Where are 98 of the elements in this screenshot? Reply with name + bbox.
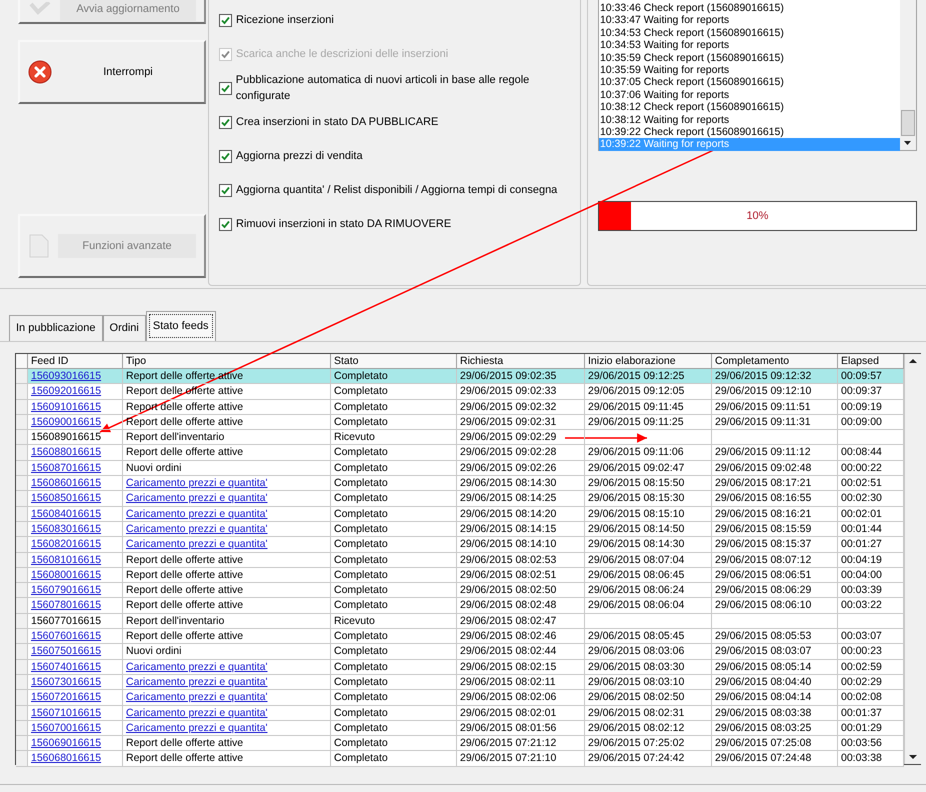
tab[interactable]: Ordini: [102, 315, 146, 341]
tick-icon: [221, 118, 230, 126]
table-row[interactable]: 156078016615 Report delle offerte attive Completato 29/06/2015 08:02:48 29/06/2015 08:06:04 29/06/2015 08:06:10 00:03:22: [16, 598, 904, 614]
option-checkbox[interactable]: Pubblicazione automatica di nuovi articoli in base alle regole configurate: [219, 71, 580, 105]
log-entry[interactable]: 10:39:22 Check report (156089016615): [598, 126, 900, 138]
log-entry[interactable]: 10:38:12 Waiting for reports: [598, 114, 900, 126]
row-header-cell: [16, 552, 28, 568]
row-header-cell: [16, 491, 28, 507]
log-entry[interactable]: 10:35:59 Check report (156089016615): [598, 52, 900, 64]
log-entry[interactable]: 10:37:05 Check report (156089016615): [598, 76, 900, 89]
table-cell: Completato: [331, 751, 457, 767]
table-row[interactable]: 156086016615 Caricamento prezzi e quantita' Completato 29/06/2015 08:14:30 29/06/2015 08:15:50 29/06/2015 08:17:21 00:02:51: [16, 476, 904, 492]
row-header-cell: [16, 537, 28, 553]
row-header-cell: [16, 660, 28, 675]
tick-icon: [221, 220, 230, 228]
tick-icon: [221, 186, 230, 194]
checkbox[interactable]: [219, 14, 232, 26]
table-row[interactable]: 156074016615 Caricamento prezzi e quantita' Completato 29/06/2015 08:02:15 29/06/2015 08:03:30 29/06/2015 08:05:14 00:02:59: [16, 660, 904, 675]
stop-icon: [28, 60, 52, 84]
option-checkbox[interactable]: Aggiorna quantita' / Relist disponibili / Aggiorna tempi di consegna: [219, 173, 580, 207]
row-header-cell: [16, 476, 28, 492]
row-header-cell: [16, 568, 28, 584]
table-row[interactable]: 156090016615 Report delle offerte attive Completato 29/06/2015 09:02:31 29/06/2015 09:11:25 29/06/2015 09:11:31 00:09:00: [16, 414, 904, 430]
table-row[interactable]: 156075016615 Nuovi ordini Completato 29/06/2015 08:02:44 29/06/2015 08:03:06 29/06/2015 08:03:07 00:00:23: [16, 644, 904, 660]
table-row[interactable]: 156080016615 Report delle offerte attive Completato 29/06/2015 08:02:51 29/06/2015 08:06:45 29/06/2015 08:06:51 00:04:00: [16, 568, 904, 584]
option-checkbox[interactable]: Ricezione inserzioni: [219, 3, 580, 37]
row-header-cell: [16, 400, 28, 415]
table-row[interactable]: 156079016615 Report delle offerte attive Completato 29/06/2015 08:02:50 29/06/2015 08:06:24 29/06/2015 08:06:29 00:03:39: [16, 583, 904, 598]
row-header-cell: [16, 690, 28, 706]
table-cell: Report delle offerte attive: [123, 751, 331, 767]
option-checkbox[interactable]: Aggiorna prezzi di vendita: [219, 139, 580, 173]
progress-reading: 10%: [745, 208, 770, 224]
row-header-cell: [16, 674, 28, 690]
tab[interactable]: Stato feeds: [146, 311, 216, 341]
row-header-cell: [16, 460, 28, 476]
checkbox[interactable]: [219, 150, 232, 162]
row-header-cell: [16, 629, 28, 644]
page-icon: [28, 233, 50, 259]
scroll-thumb[interactable]: [900, 110, 915, 136]
action-button[interactable]: Interrompi: [18, 40, 206, 104]
table-row[interactable]: 156091016615 Report delle offerte attive Completato 29/06/2015 09:02:32 29/06/2015 09:11:45 29/06/2015 09:11:51 00:09:19: [16, 400, 904, 415]
table-row[interactable]: 156072016615 Caricamento prezzi e quantita' Completato 29/06/2015 08:02:06 29/06/2015 08:02:50 29/06/2015 08:04:14 00:02:08: [16, 690, 904, 706]
row-header-cell: [16, 522, 28, 538]
checkbox[interactable]: [219, 218, 232, 230]
tick-icon: [220, 84, 230, 92]
row-header-cell: [16, 445, 28, 461]
row-header-cell: [16, 430, 28, 446]
row-header-cell: [16, 720, 28, 736]
row-header-cell: [16, 414, 28, 430]
checkbox[interactable]: [219, 184, 232, 196]
table-row[interactable]: 156082016615 Caricamento prezzi e quantita' Completato 29/06/2015 08:14:10 29/06/2015 08:14:30 29/06/2015 08:15:37 00:01:27: [16, 537, 904, 553]
tick-icon: [221, 152, 230, 160]
table-row[interactable]: 156068016615 Report delle offerte attive Completato 29/06/2015 07:21:10 29/06/2015 07:24:42 29/06/2015 07:24:48 00:03:38: [16, 751, 904, 767]
row-header-cell: [16, 736, 28, 752]
table-row[interactable]: 156092016615 Report delle offerte attive Completato 29/06/2015 09:02:33 29/06/2015 09:12:05 29/06/2015 09:12:10 00:09:37: [16, 384, 904, 400]
table-row[interactable]: 156083016615 Caricamento prezzi e quantita' Completato 29/06/2015 08:14:15 29/06/2015 08:14:50 29/06/2015 08:15:59 00:01:44: [16, 522, 904, 538]
table-row[interactable]: 156087016615 Nuovi ordini Completato 29/06/2015 09:02:26 29/06/2015 09:02:47 29/06/2015 09:02:48 00:00:22: [16, 460, 904, 476]
table-row[interactable]: 156069016615 Report delle offerte attive Completato 29/06/2015 07:21:12 29/06/2015 07:25:02 29/06/2015 07:25:08 00:03:56: [16, 736, 904, 752]
log-entry[interactable]: 10:38:12 Check report (156089016615): [598, 101, 900, 114]
table-row[interactable]: 156081016615 Report delle offerte attive Completato 29/06/2015 08:02:53 29/06/2015 08:07:04 29/06/2015 08:07:12 00:04:19: [16, 552, 904, 568]
log-entry[interactable]: 10:33:47 Waiting for reports: [598, 14, 900, 27]
table-cell: 29/06/2015 07:24:42: [585, 751, 712, 767]
tick-icon: [221, 16, 230, 24]
table-row[interactable]: 156076016615 Report delle offerte attive Completato 29/06/2015 08:02:46 29/06/2015 08:05:45 29/06/2015 08:05:53 00:03:07: [16, 629, 904, 644]
log-entry[interactable]: 10:37:06 Waiting for reports: [598, 88, 900, 102]
scrollbar[interactable]: [904, 354, 921, 764]
log-entry[interactable]: 10:33:46 Check report (156089016615): [598, 2, 900, 14]
table-row[interactable]: 156073016615 Caricamento prezzi e quantita' Completato 29/06/2015 08:02:11 29/06/2015 08:03:10 29/06/2015 08:04:40 00:02:29: [16, 674, 904, 690]
row-header-cell: [16, 644, 28, 660]
table-row[interactable]: 156070016615 Caricamento prezzi e quantita' Completato 29/06/2015 08:01:56 29/06/2015 08:02:12 29/06/2015 08:03:25 00:01:29: [16, 720, 904, 736]
table-row[interactable]: 156071016615 Caricamento prezzi e quantita' Completato 29/06/2015 08:02:01 29/06/2015 08:02:31 29/06/2015 08:03:38 00:01:37: [16, 706, 904, 721]
row-header-cell: [16, 384, 28, 400]
tick-icon: [221, 50, 230, 58]
row-header-cell: [16, 751, 28, 767]
option-checkbox[interactable]: Crea inserzioni in stato DA PUBBLICARE: [219, 105, 580, 139]
check-icon: [28, 2, 52, 16]
table-row[interactable]: 156093016615 Report delle offerte attive Completato 29/06/2015 09:02:35 29/06/2015 09:12:25 29/06/2015 09:12:32 00:09:57: [16, 369, 904, 384]
row-header-cell: [16, 598, 28, 614]
table-cell: 29/06/2015 07:21:10: [457, 751, 585, 767]
row-header-cell: [16, 614, 28, 630]
row-header-cell: [16, 506, 28, 522]
option-checkbox[interactable]: Rimuovi inserzioni in stato DA RIMUOVERE: [219, 207, 580, 241]
table-row[interactable]: 156088016615 Report delle offerte attive Completato 29/06/2015 09:02:28 29/06/2015 09:11:06 29/06/2015 09:11:12 00:08:44: [16, 445, 904, 461]
log-entry[interactable]: 10:34:53 Waiting for reports: [598, 39, 900, 52]
table-cell[interactable]: 156068016615: [28, 751, 123, 767]
table-row[interactable]: 156084016615 Caricamento prezzi e quantita' Completato 29/06/2015 08:14:20 29/06/2015 08:15:10 29/06/2015 08:16:21 00:02:01: [16, 506, 904, 522]
table-row[interactable]: 156085016615 Caricamento prezzi e quantita' Completato 29/06/2015 08:14:25 29/06/2015 08:15:30 29/06/2015 08:16:55 00:02:30: [16, 491, 904, 507]
table-cell: 29/06/2015 07:24:48: [712, 751, 838, 767]
checkbox[interactable]: [219, 82, 232, 94]
log-entry[interactable]: 10:34:53 Check report (156089016615): [598, 26, 900, 40]
row-header-cell: [16, 583, 28, 598]
tab[interactable]: In pubblicazione: [9, 315, 103, 341]
row-header-cell: [16, 706, 28, 721]
checkbox[interactable]: [219, 116, 232, 128]
table-row[interactable]: 156077016615 Report dell'inventario Ricevuto 29/06/2015 08:02:47: [16, 614, 904, 630]
log-entry[interactable]: 10:35:59 Waiting for reports: [598, 64, 900, 76]
table-row[interactable]: 156089016615 Report dell'inventario Ricevuto 29/06/2015 09:02:29: [16, 430, 904, 446]
scrollbar[interactable]: [900, 0, 916, 150]
